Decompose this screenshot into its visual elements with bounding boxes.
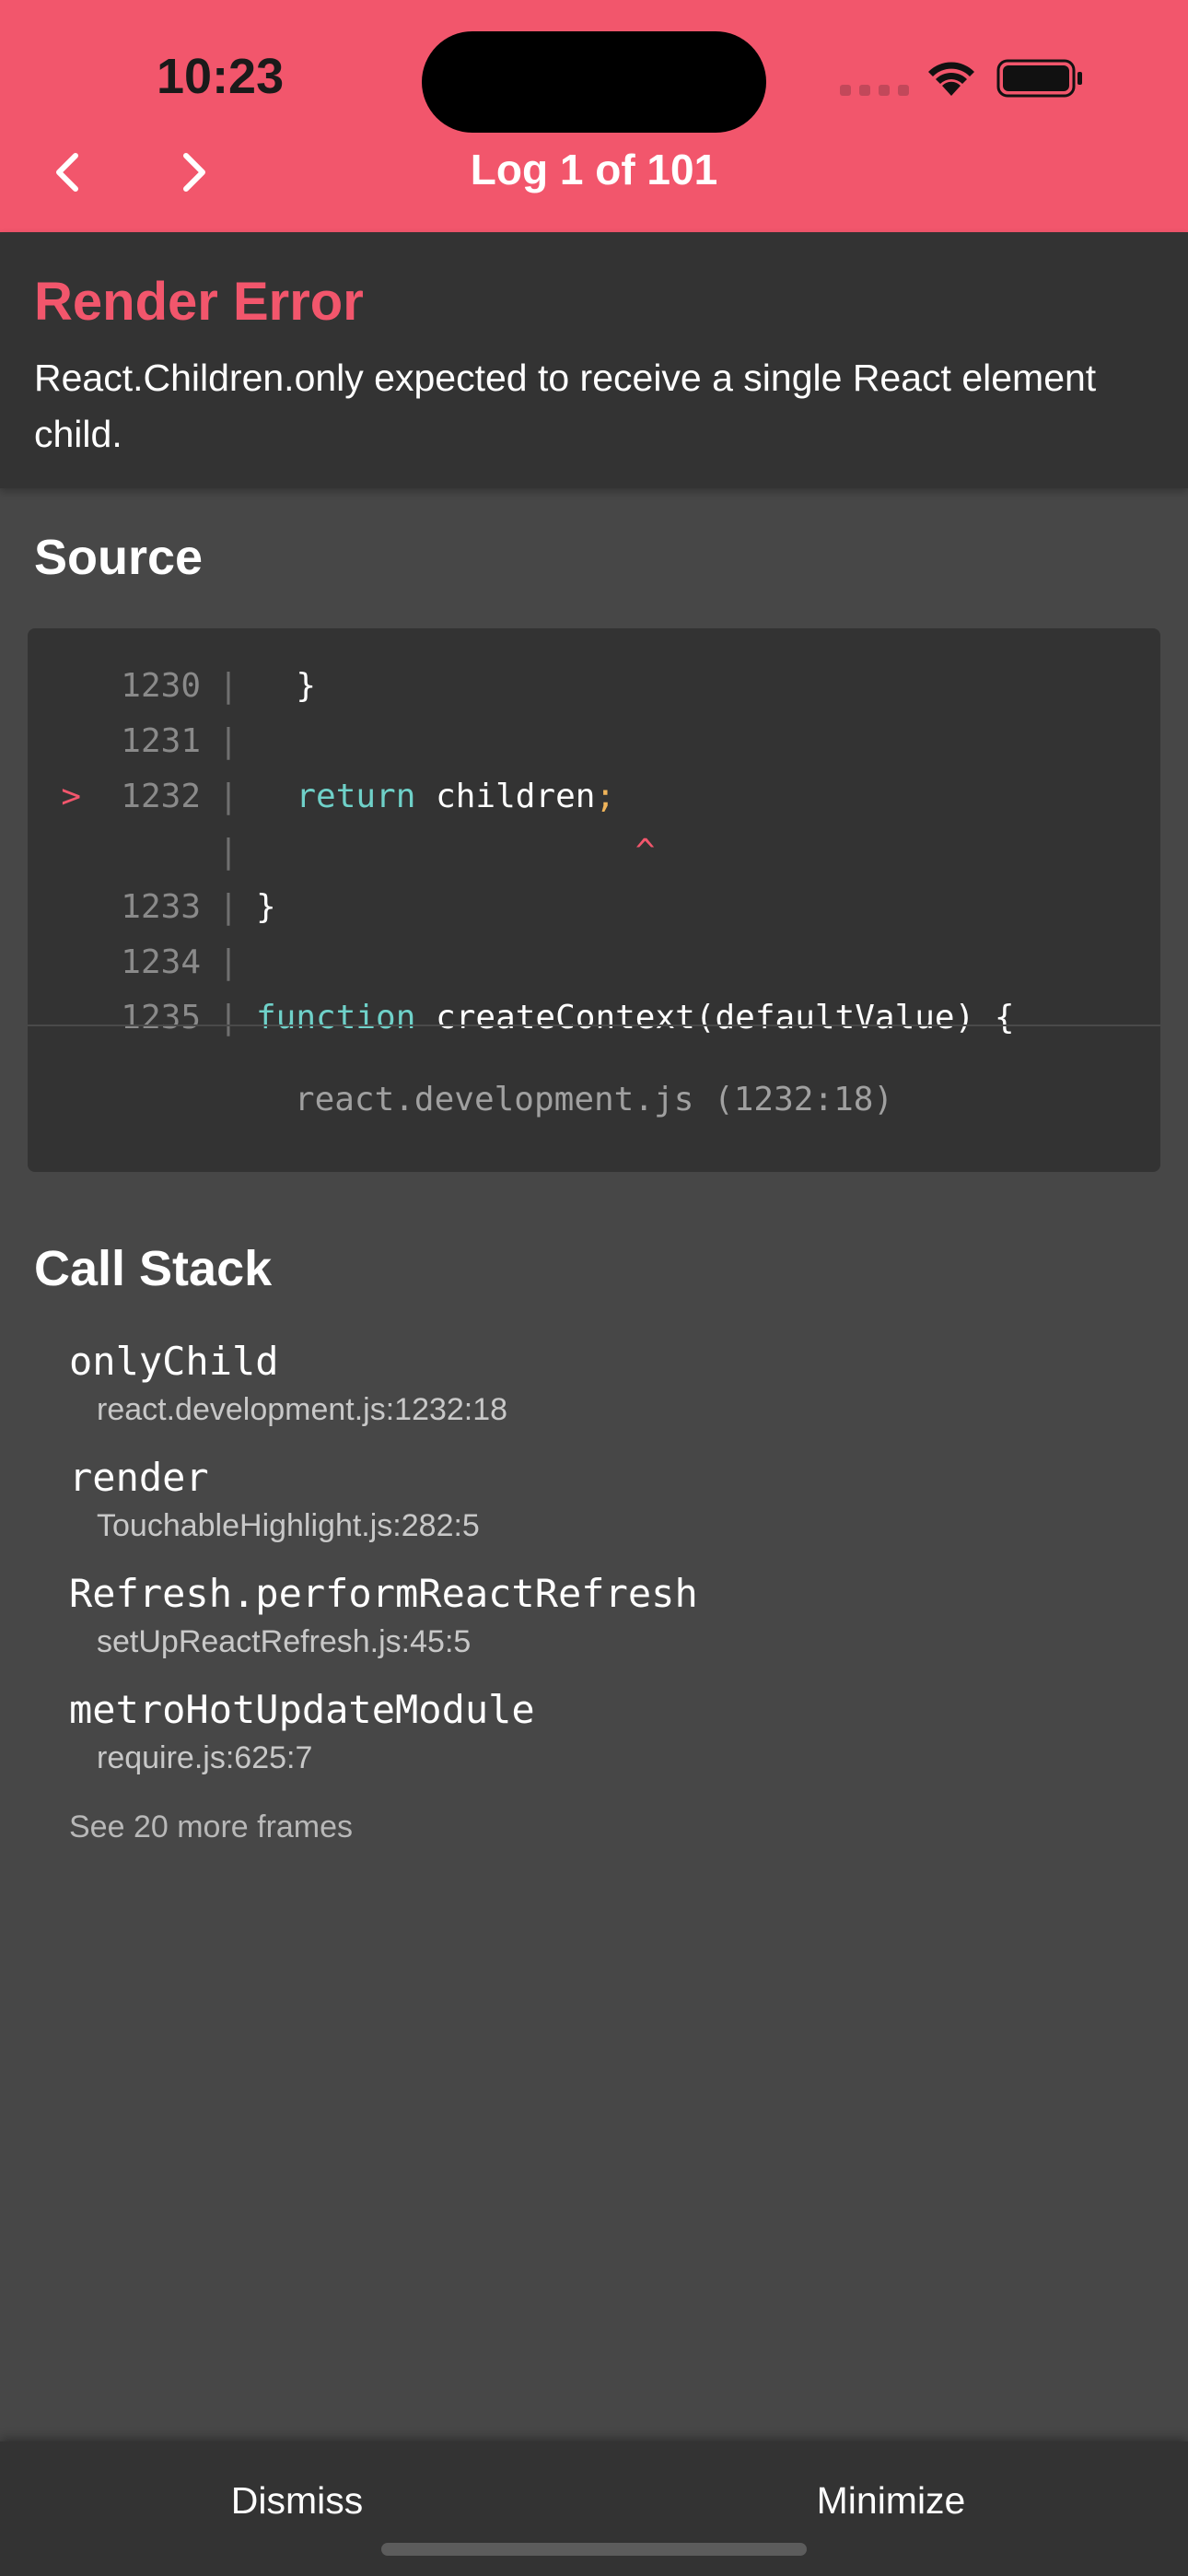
- stack-frame[interactable]: metroHotUpdateModule require.js:625:7: [69, 1684, 535, 1780]
- code-caret-line: | ^: [218, 832, 656, 871]
- dismiss-button[interactable]: Dismiss: [0, 2441, 594, 2576]
- status-icons: [840, 55, 1089, 101]
- code-line: 1230 | }: [121, 666, 317, 705]
- call-stack-section-title: Call Stack: [34, 1241, 273, 1296]
- stack-frame-location: setUpReactRefresh.js:45:5: [97, 1624, 472, 1659]
- error-message: React.Children.only expected to receive …: [34, 357, 1097, 455]
- dynamic-island: [422, 31, 766, 133]
- error-title: Render Error: [34, 272, 364, 332]
- stack-frame[interactable]: Refresh.performReactRefresh setUpReactRe…: [69, 1568, 698, 1664]
- cellular-signal-icon: [840, 85, 909, 96]
- minimize-button[interactable]: Minimize: [594, 2441, 1188, 2576]
- battery-icon: [996, 59, 1082, 98]
- see-more-frames-button[interactable]: See 20 more frames: [69, 1809, 353, 1845]
- stack-frame[interactable]: onlyChild react.development.js:1232:18: [69, 1336, 507, 1432]
- stack-frame-name: onlyChild: [69, 1339, 279, 1384]
- code-line: 1231 |: [121, 721, 239, 760]
- home-indicator[interactable]: [381, 2543, 807, 2556]
- source-file-location[interactable]: react.development.js (1232:18): [28, 1025, 1160, 1172]
- code-line: 1234 |: [121, 943, 239, 981]
- stack-frame[interactable]: render TouchableHighlight.js:282:5: [69, 1452, 480, 1548]
- stack-frame-name: render: [69, 1455, 209, 1500]
- status-time: 10:23: [157, 49, 285, 104]
- footer-bar: Dismiss Minimize: [0, 2441, 1188, 2576]
- stack-frame-name: Refresh.performReactRefresh: [69, 1571, 698, 1616]
- log-counter-title: Log 1 of 101: [470, 146, 718, 193]
- error-caret: ^: [256, 832, 656, 871]
- code-line: 1233 |}: [121, 887, 276, 926]
- error-banner: Render Error React.Children.only expecte…: [0, 232, 1188, 488]
- stack-frame-location: TouchableHighlight.js:282:5: [97, 1508, 480, 1543]
- stack-frame-location: react.development.js:1232:18: [97, 1392, 508, 1427]
- code-line-highlighted: >1232 | return children;: [28, 768, 1160, 824]
- code-frame[interactable]: 1230 | } 1231 | >1232 | return children; | …: [28, 628, 1160, 1172]
- log-header: 10:23 Log 1 of 101: [0, 0, 1188, 232]
- stack-frame-name: metroHotUpdateModule: [69, 1687, 535, 1732]
- wifi-icon: [928, 62, 974, 96]
- error-line-marker: >: [61, 777, 81, 815]
- stack-frame-location: require.js:625:7: [97, 1740, 313, 1775]
- source-section-title: Source: [34, 530, 204, 585]
